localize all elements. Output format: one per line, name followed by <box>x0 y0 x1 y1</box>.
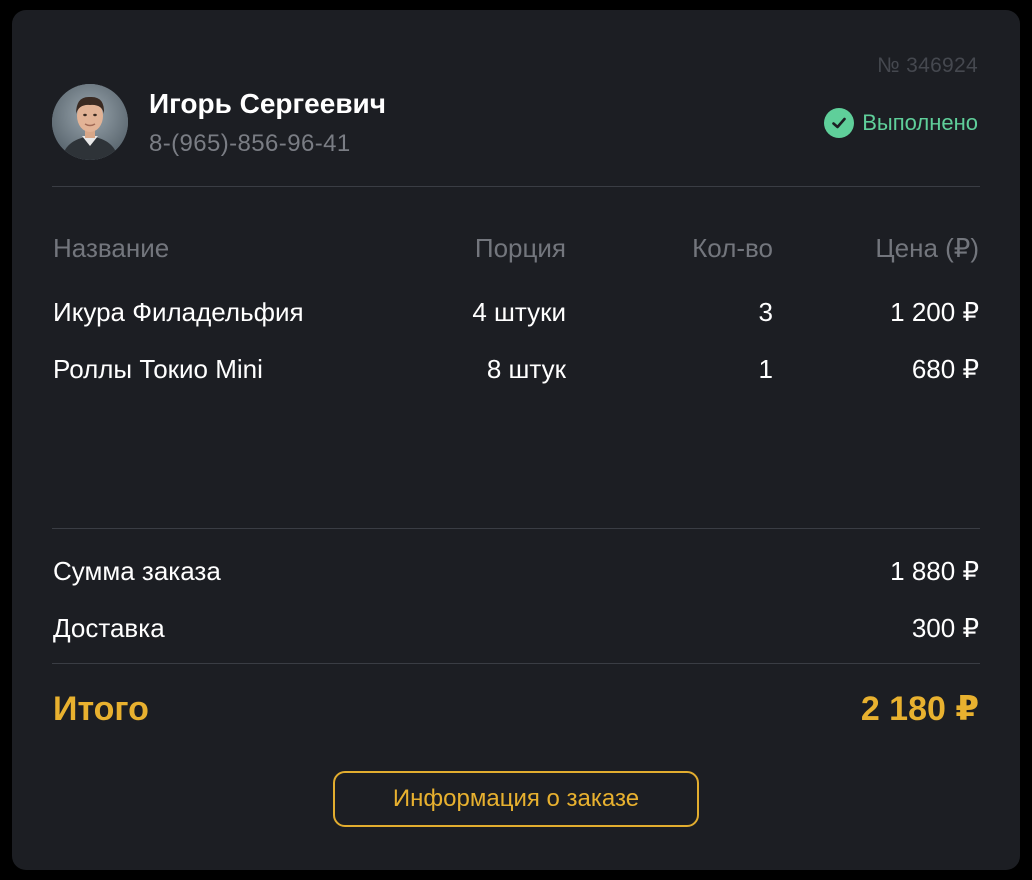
item-portion: 4 штуки <box>472 297 566 327</box>
order-card: № 346924 Игорь Сергеевич 8-(965)-856-96-… <box>12 10 1020 870</box>
status-badge: Выполнено <box>824 108 978 138</box>
delivery-value: 300 ₽ <box>911 613 979 643</box>
items-divider <box>52 528 980 529</box>
item-price: 1 200 ₽ <box>890 297 979 327</box>
item-name: Роллы Токио Mini <box>53 354 263 384</box>
avatar <box>52 84 128 160</box>
status-label: Выполнено <box>862 110 978 135</box>
subtotal-value: 1 880 ₽ <box>890 556 979 586</box>
total-label: Итого <box>53 690 149 728</box>
item-qty: 3 <box>758 297 773 327</box>
check-circle-icon <box>824 108 855 138</box>
item-price: 680 ₽ <box>911 354 979 384</box>
column-header-qty: Кол-во <box>692 233 773 263</box>
delivery-label: Доставка <box>53 613 165 643</box>
item-portion: 8 штук <box>486 354 566 384</box>
summary-divider <box>52 663 980 664</box>
column-header-price: Цена (₽) <box>875 233 979 263</box>
customer-phone: 8-(965)-856-96-41 <box>149 130 351 157</box>
order-info-button[interactable]: Информация о заказе <box>333 771 699 827</box>
item-name: Икура Филадельфия <box>53 297 304 327</box>
total-value: 2 180 ₽ <box>860 690 979 728</box>
subtotal-label: Сумма заказа <box>53 556 221 586</box>
header-divider <box>52 186 980 187</box>
order-number: № 346924 <box>877 54 978 77</box>
item-qty: 1 <box>758 354 773 384</box>
avatar-photo-icon <box>52 84 128 160</box>
column-header-portion: Порция <box>474 233 566 263</box>
customer-name: Игорь Сергеевич <box>149 88 387 119</box>
column-header-name: Название <box>53 233 170 263</box>
